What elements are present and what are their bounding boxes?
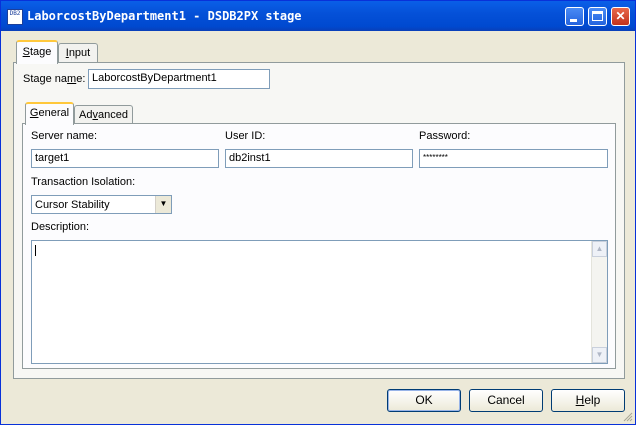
server-name-label: Server name: bbox=[31, 130, 98, 142]
scroll-up-icon[interactable]: ▲ bbox=[592, 241, 607, 257]
scroll-down-icon[interactable]: ▼ bbox=[592, 347, 607, 363]
cancel-button[interactable]: Cancel bbox=[469, 389, 543, 412]
minimize-button[interactable] bbox=[565, 7, 584, 26]
description-textarea[interactable]: ▲ ▼ bbox=[31, 240, 608, 364]
user-id-label: User ID: bbox=[225, 130, 266, 142]
dialog-window: DB2 LaborcostByDepartment1 - DSDB2PX sta… bbox=[0, 0, 636, 425]
description-label: Description: bbox=[31, 221, 90, 233]
window-title: LaborcostByDepartment1 - DSDB2PX stage bbox=[27, 9, 302, 23]
tab-general-label: General bbox=[29, 107, 70, 119]
transaction-isolation-label: Transaction Isolation: bbox=[31, 176, 136, 188]
password-field[interactable]: ******** bbox=[419, 149, 608, 168]
ok-button[interactable]: OK bbox=[387, 389, 461, 412]
close-icon: ✕ bbox=[615, 9, 626, 23]
description-scrollbar[interactable]: ▲ ▼ bbox=[591, 241, 607, 363]
tab-advanced[interactable]: Advanced bbox=[74, 105, 133, 125]
tab-input[interactable]: Input bbox=[58, 43, 98, 63]
general-panel: Server name: target1 User ID: db2inst1 P… bbox=[22, 123, 616, 369]
close-button[interactable]: ✕ bbox=[611, 7, 630, 26]
tab-stage-label: Stage bbox=[22, 46, 52, 58]
user-id-field[interactable]: db2inst1 bbox=[225, 149, 413, 168]
cancel-button-label: Cancel bbox=[487, 393, 525, 407]
tab-input-label: Input bbox=[65, 47, 91, 59]
password-label: Password: bbox=[419, 130, 471, 142]
transaction-isolation-value: Cursor Stability bbox=[35, 199, 110, 211]
help-button-label: Help bbox=[575, 393, 601, 407]
db2-icon: DB2 bbox=[7, 9, 23, 25]
tab-stage[interactable]: Stage bbox=[16, 40, 58, 64]
resize-grip-icon[interactable] bbox=[623, 412, 633, 422]
transaction-isolation-select[interactable]: Cursor Stability ▼ bbox=[31, 195, 172, 214]
minimize-icon bbox=[570, 19, 577, 22]
maximize-icon bbox=[592, 11, 603, 21]
ok-button-label: OK bbox=[415, 393, 433, 407]
stage-name-field[interactable]: LaborcostByDepartment1 bbox=[88, 69, 270, 89]
chevron-down-icon[interactable]: ▼ bbox=[155, 196, 171, 213]
maximize-button[interactable] bbox=[588, 7, 607, 26]
stage-name-label: Stage name: bbox=[23, 73, 86, 85]
text-caret bbox=[35, 245, 36, 256]
help-button[interactable]: Help bbox=[551, 389, 625, 412]
tab-advanced-label: Advanced bbox=[79, 109, 128, 121]
server-name-field[interactable]: target1 bbox=[31, 149, 219, 168]
tab-general[interactable]: General bbox=[25, 102, 74, 125]
title-bar[interactable]: DB2 LaborcostByDepartment1 - DSDB2PX sta… bbox=[1, 1, 635, 31]
